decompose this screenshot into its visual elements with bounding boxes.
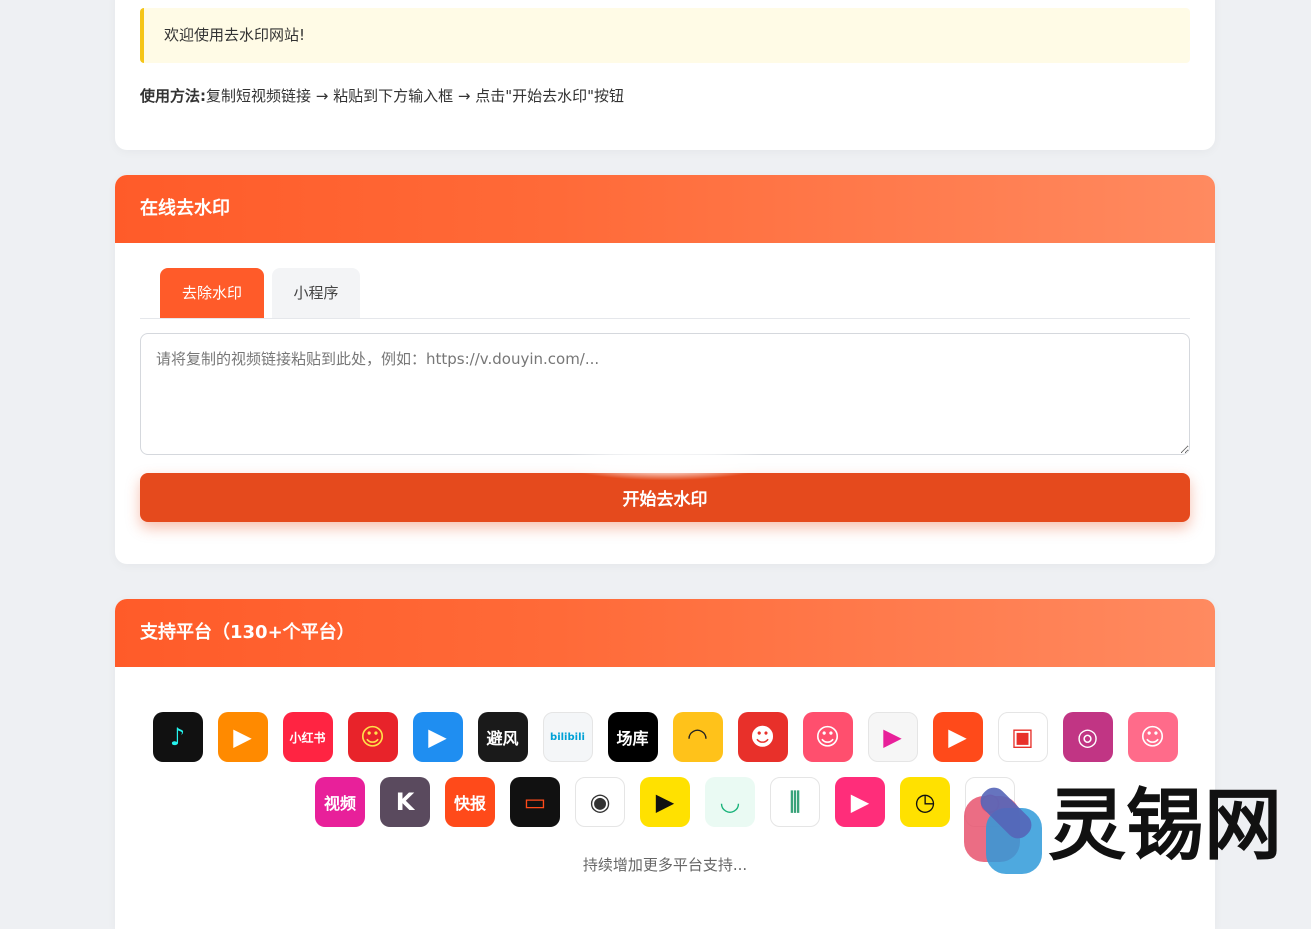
- platform-icons-row-2: 视频 K 快报 ▭ ◉ ▶ ◡ ⫼ ▶ ◷ ○: [115, 777, 1215, 827]
- tool-tabs: 去除水印 小程序: [140, 268, 1190, 319]
- bifeng-icon: 避风: [477, 712, 528, 762]
- monkey-icon: ☻: [737, 712, 788, 762]
- eye-icon: ◉: [575, 777, 625, 827]
- usage-label: 使用方法:: [140, 87, 206, 105]
- bowl-icon: ◡: [705, 777, 755, 827]
- start-remove-watermark-button[interactable]: 开始去水印: [140, 473, 1190, 522]
- tiktok-icon: ♪: [152, 712, 203, 762]
- xiaohongshu-icon: 小红书: [282, 712, 333, 762]
- video-url-input[interactable]: [140, 333, 1190, 455]
- platforms-card-header: 支持平台（130+个平台）: [115, 599, 1215, 667]
- tool-card-title: 在线去水印: [140, 198, 230, 219]
- platform-icons-row-1: ♪ ▶ 小红书 ☺ ▶ 避风 bilibili 场库 ◠ ☻ ☺ ▶ ▶ ▣ ◎ ☺: [115, 712, 1215, 762]
- tool-card-header: 在线去水印: [115, 175, 1215, 243]
- kuaishou-icon: ▶: [217, 712, 268, 762]
- colorful-play-icon: ▶: [867, 712, 918, 762]
- supported-platforms-card: 支持平台（130+个平台） ♪ ▶ 小红书 ☺ ▶ 避风 bilibili 场库 ◠ ☻ ☺ ▶ ▶ ▣ ◎…: [115, 599, 1215, 929]
- ring-logo-icon: ○: [965, 777, 1015, 827]
- cartoon-boy-icon: ☺: [802, 712, 853, 762]
- helmet-icon: ◠: [672, 712, 723, 762]
- tab-mini-program[interactable]: 小程序: [272, 268, 360, 318]
- tab-remove-watermark[interactable]: 去除水印: [160, 268, 264, 318]
- usage-text: 复制短视频链接 → 粘贴到下方输入框 → 点击"开始去水印"按钮: [206, 87, 625, 105]
- anime-girl-icon: ☺: [347, 712, 398, 762]
- tencent-video-icon: 视频: [315, 777, 365, 827]
- changku-icon: 场库: [607, 712, 658, 762]
- kuaibao-icon: 快报: [445, 777, 495, 827]
- screen-record-icon: ▭: [510, 777, 560, 827]
- instagram-icon: ◎: [1062, 712, 1113, 762]
- bamboo-icon: ⫼: [770, 777, 820, 827]
- notice-card: 欢迎使用去水印网站! 使用方法:复制短视频链接 → 粘贴到下方输入框 → 点击"…: [115, 0, 1215, 150]
- welcome-notice: 欢迎使用去水印网站!: [140, 8, 1190, 63]
- flame-video-icon: ▶: [932, 712, 983, 762]
- video-play-icon: ▶: [412, 712, 463, 762]
- welcome-text: 欢迎使用去水印网站!: [164, 26, 306, 44]
- more-platforms-text: 持续增加更多平台支持...: [582, 856, 748, 874]
- grid-play-icon: ▣: [997, 712, 1048, 762]
- stopwatch-play-icon: ◷: [900, 777, 950, 827]
- watermark-tool-card: 在线去水印 去除水印 小程序 开始去水印: [115, 175, 1215, 564]
- camera-video-icon: ▶: [835, 777, 885, 827]
- bilibili-icon: bilibili: [542, 712, 593, 762]
- k-letter-icon: K: [380, 777, 430, 827]
- pear-video-icon: ▶: [640, 777, 690, 827]
- laughing-face-icon: ☺: [1127, 712, 1178, 762]
- platforms-card-title: 支持平台（130+个平台）: [140, 622, 355, 643]
- usage-instructions: 使用方法:复制短视频链接 → 粘贴到下方输入框 → 点击"开始去水印"按钮: [140, 85, 624, 106]
